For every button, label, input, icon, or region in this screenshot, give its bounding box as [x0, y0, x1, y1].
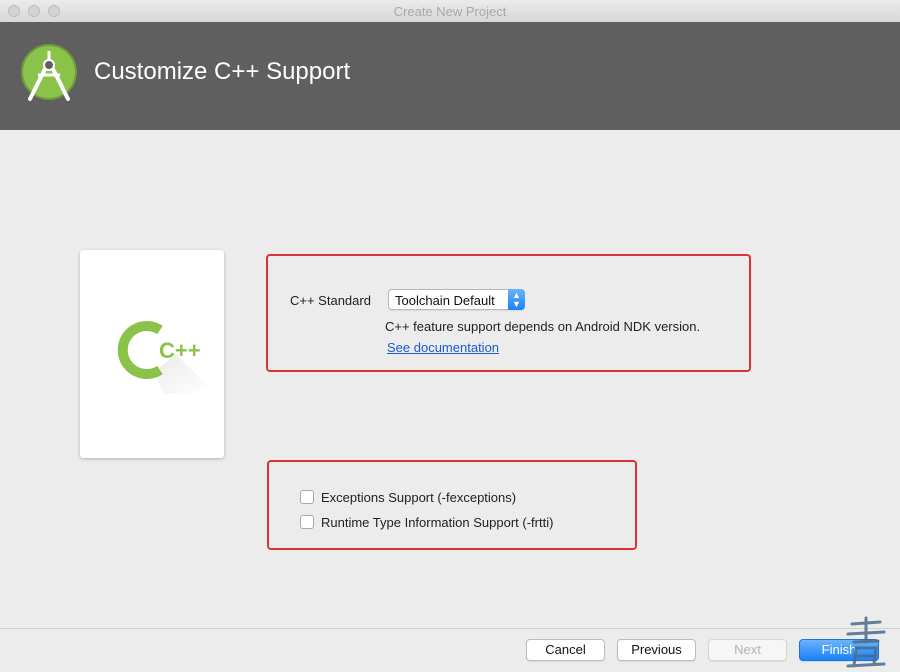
- exceptions-support-checkbox[interactable]: [300, 490, 314, 504]
- cpp-standard-value: Toolchain Default: [395, 293, 495, 308]
- cpp-standard-label: C++ Standard: [290, 293, 371, 308]
- previous-button[interactable]: Previous: [617, 639, 696, 661]
- highlight-box-options: [267, 460, 637, 550]
- exceptions-support-label: Exceptions Support (-fexceptions): [321, 490, 517, 505]
- cpp-logo-text: C++: [159, 338, 201, 363]
- rtti-support-checkbox[interactable]: [300, 515, 314, 529]
- wizard-header: Customize C++ Support: [0, 22, 900, 130]
- cpp-preview-card: C++: [80, 250, 224, 458]
- page-title: Customize C++ Support: [94, 58, 351, 85]
- cancel-button[interactable]: Cancel: [526, 639, 605, 661]
- see-documentation-link[interactable]: See documentation: [387, 340, 499, 355]
- rtti-support-label: Runtime Type Information Support (-frtti…: [321, 515, 554, 530]
- ndk-support-note: C++ feature support depends on Android N…: [385, 319, 701, 334]
- highlight-box-standard: [266, 254, 751, 372]
- window-titlebar: Create New Project: [0, 0, 900, 23]
- android-studio-icon: [21, 44, 77, 101]
- footer-divider: [0, 628, 900, 629]
- cpp-logo-icon: C++: [117, 321, 210, 394]
- cpp-standard-select[interactable]: Toolchain Default ▲ ▼: [388, 289, 525, 310]
- chevron-up-down-icon: ▲ ▼: [508, 289, 525, 310]
- next-button[interactable]: Next: [708, 639, 787, 661]
- window-title: Create New Project: [393, 4, 507, 19]
- watermark-stamp: [846, 616, 886, 668]
